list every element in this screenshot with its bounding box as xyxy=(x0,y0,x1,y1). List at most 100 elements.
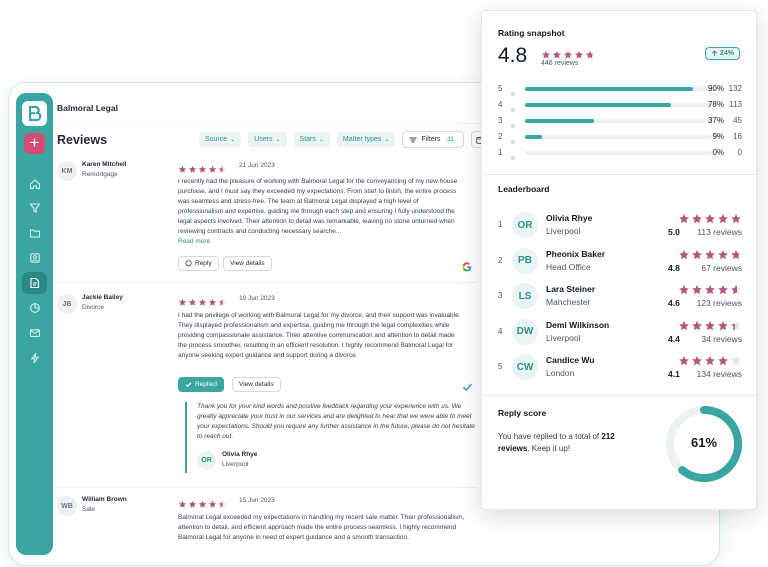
filter-users[interactable]: Users ⌄ xyxy=(248,132,287,147)
star-icon xyxy=(509,149,517,167)
leaderboard-rank: 1 xyxy=(498,220,503,229)
arrow-up-icon xyxy=(711,50,718,56)
matter-type: Divorce xyxy=(82,304,105,311)
leaderboard-row[interactable]: 4 DW Demi Wilkinson Liverpool 4.4 34 reviews xyxy=(498,317,742,347)
distribution-row: 5 90% 132 xyxy=(498,83,742,97)
reviews-nav-icon[interactable] xyxy=(22,272,47,294)
leaderboard-avatar: LS xyxy=(512,283,538,309)
check-icon xyxy=(185,382,192,387)
replied-button[interactable]: Replied xyxy=(178,377,225,392)
chevron-down-icon: ⌄ xyxy=(275,137,281,143)
leaderboard-row[interactable]: 5 CW Candice Wu London 4.1 134 reviews xyxy=(498,352,742,382)
filter-stars[interactable]: Stars ⌄ xyxy=(293,132,330,147)
star-icon xyxy=(208,294,217,312)
filters-button[interactable]: Filters 11 xyxy=(402,131,464,148)
review-star-rating xyxy=(178,294,227,312)
reviewer-avatar: KM xyxy=(57,161,77,181)
filter-icon[interactable] xyxy=(26,199,43,216)
leaderboard-name: Candice Wu xyxy=(546,355,595,365)
leaderboard-location: Head Office xyxy=(546,261,591,272)
filter-source[interactable]: Source ⌄ xyxy=(199,132,242,147)
distribution-bar-track xyxy=(525,151,712,155)
distribution-bar-track xyxy=(525,103,712,107)
filter-users-label: Users xyxy=(254,136,273,143)
lightning-icon[interactable] xyxy=(26,349,43,366)
distribution-percent: 0% xyxy=(712,148,724,157)
trend-value: 24% xyxy=(719,50,734,57)
star-icon xyxy=(188,294,197,312)
reply-score-percent: 61% xyxy=(690,435,718,450)
leaderboard-score: 4.4 xyxy=(668,333,680,344)
mail-icon[interactable] xyxy=(26,324,43,341)
distribution-count: 132 xyxy=(728,84,742,93)
leaderboard-name: Olivia Rhye xyxy=(546,213,593,223)
star-icon xyxy=(188,496,197,514)
leaderboard-rank: 5 xyxy=(498,362,503,371)
sidebar-rail: + xyxy=(16,93,53,555)
read-more-link[interactable]: Read more xyxy=(178,238,210,245)
review-card: KM Karen Mitchell Remortgage 21 Jun 2023… xyxy=(57,156,477,283)
star-icon xyxy=(178,294,187,312)
star-level: 2 xyxy=(498,132,503,141)
leaderboard-avatar: CW xyxy=(512,354,538,380)
star-icon xyxy=(178,496,187,514)
owner-reply: Thank you for your kind words and positi… xyxy=(185,402,475,473)
brand-logo[interactable] xyxy=(22,101,47,126)
distribution-bar-fill xyxy=(525,135,542,139)
filters-count-badge: 11 xyxy=(444,136,457,143)
distribution-row: 2 9% 16 xyxy=(498,131,742,145)
star-level: 3 xyxy=(498,116,503,125)
distribution-row: 1 0% 0 xyxy=(498,147,742,161)
home-icon[interactable] xyxy=(26,175,43,192)
leaderboard-rank: 4 xyxy=(498,326,503,336)
folder-icon[interactable] xyxy=(26,224,43,241)
reply-score-title: Reply score xyxy=(498,408,547,418)
speech-bubble-icon xyxy=(185,260,192,267)
distribution-percent: 37% xyxy=(707,116,724,125)
leaderboard-review-count: 123 reviews xyxy=(696,298,742,308)
leaderboard-review-count: 134 reviews xyxy=(696,369,742,379)
contact-card-icon[interactable] xyxy=(26,249,43,266)
review-text: I had the privilege of working with Balm… xyxy=(178,312,461,359)
reviewer-name: William Brown xyxy=(82,496,127,503)
reply-button[interactable]: Reply xyxy=(178,256,219,271)
section-divider xyxy=(482,174,756,175)
distribution-bar-track xyxy=(525,87,712,91)
organization-name: Balmoral Legal xyxy=(57,103,118,113)
filter-stars-label: Stars xyxy=(299,136,316,143)
reviewer-avatar: WB xyxy=(57,496,77,516)
view-details-button[interactable]: View details xyxy=(232,377,281,392)
leaderboard-avatar: PB xyxy=(512,247,538,274)
reply-score-text: You have replied to a total of 212 revie… xyxy=(498,431,648,455)
distribution-row: 4 78% 113 xyxy=(498,99,742,113)
leaderboard-row[interactable]: 3 LS Lara Steiner Manchester 4.6 123 reviews xyxy=(498,281,742,311)
filter-matter-types-label: Matter types xyxy=(342,136,382,143)
review-text: Balmoral Legal exceeded my expectations … xyxy=(178,514,465,541)
leaderboard-rank: 2 xyxy=(498,255,503,265)
leaderboard-row[interactable]: 2 PB Pheonix Baker Head Office 4.8 67 reviews xyxy=(498,246,742,276)
leaderboard-row[interactable]: 1 OR Olivia Rhye Liverpool 5.0 113 reviews xyxy=(498,210,742,240)
leaderboard-review-count: 113 reviews xyxy=(697,227,742,237)
distribution-percent: 78% xyxy=(707,100,724,109)
total-review-count: 446 reviews xyxy=(541,60,579,67)
leaderboard-avatar: OR xyxy=(512,212,538,238)
view-details-button[interactable]: View details xyxy=(223,256,272,271)
distribution-percent: 9% xyxy=(712,132,724,141)
leaderboard-location: Liverpool xyxy=(546,332,581,343)
leaderboard-name: Demi Wilkinson xyxy=(546,319,610,330)
reply-score-text-before: You have replied to a total of xyxy=(498,432,602,441)
distribution-bar-track xyxy=(525,119,712,123)
page-title: Reviews xyxy=(57,133,108,147)
filter-matter-types[interactable]: Matter types ⌄ xyxy=(336,132,396,147)
reviewer-name: Jackie Bailey xyxy=(82,294,123,301)
distribution-bar-fill xyxy=(525,119,595,123)
distribution-count: 45 xyxy=(733,116,742,125)
add-icon[interactable]: + xyxy=(24,133,45,154)
distribution-count: 113 xyxy=(729,100,742,109)
pie-chart-icon[interactable] xyxy=(26,299,43,316)
leaderboard-review-count: 34 reviews xyxy=(701,333,742,344)
distribution-bar-track xyxy=(525,135,712,139)
reviewer-name: Karen Mitchell xyxy=(82,161,127,168)
sliders-icon xyxy=(409,137,417,142)
star-icon xyxy=(585,47,595,65)
